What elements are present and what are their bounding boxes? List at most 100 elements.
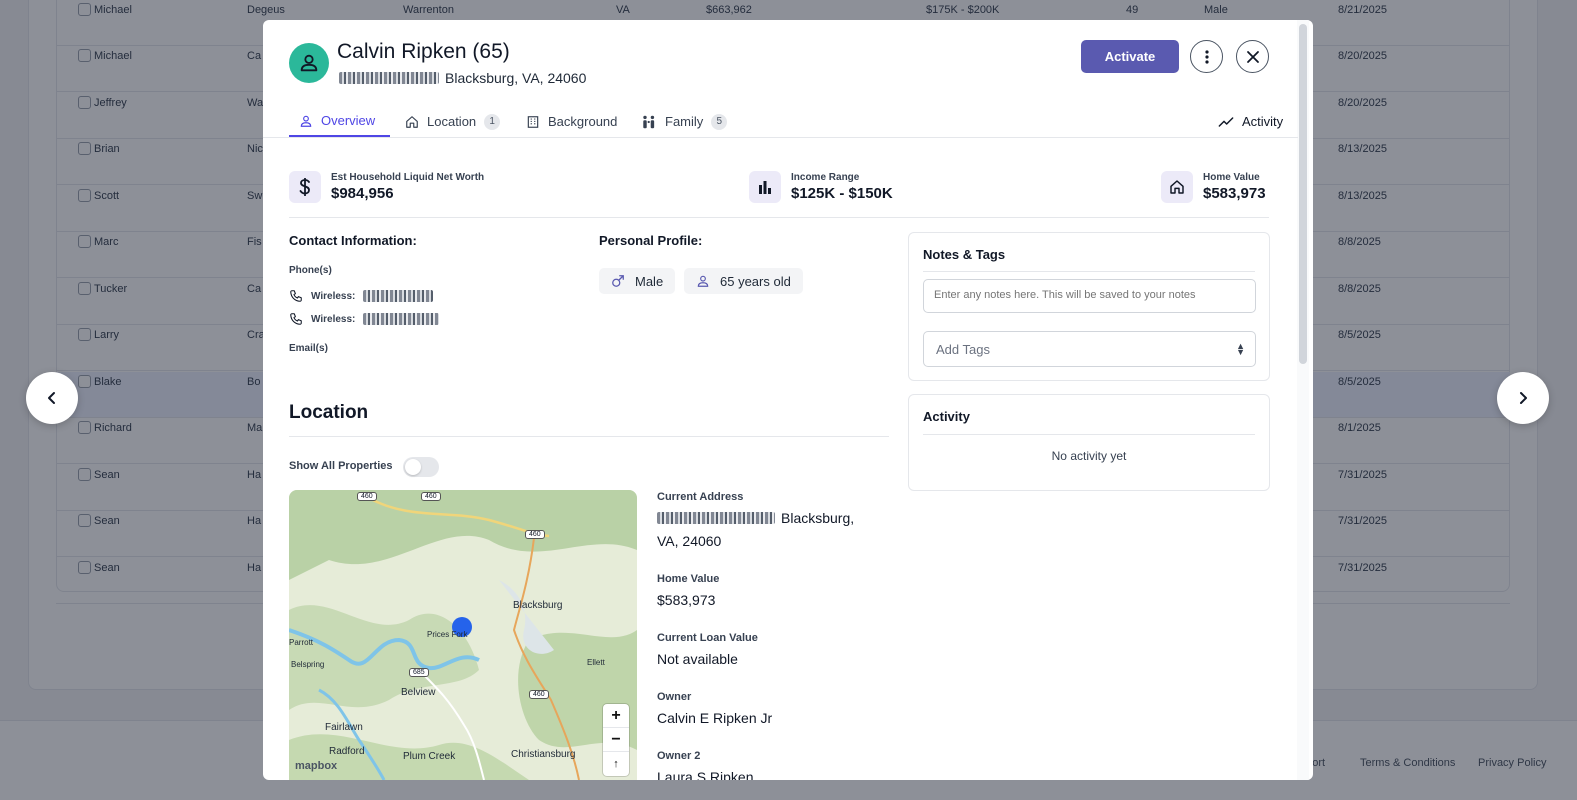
stat-net-worth: Est Household Liquid Net Worth $984,956 xyxy=(289,171,484,203)
highway-shield: 460 xyxy=(529,690,549,699)
age-chip: 65 years old xyxy=(684,268,803,294)
tab-family[interactable]: Family 5 xyxy=(631,106,737,137)
emails-label: Email(s) xyxy=(289,343,328,354)
age-value: 65 years old xyxy=(720,273,791,289)
owner-value: Calvin E Ripken Jr xyxy=(657,710,773,726)
redacted-street xyxy=(657,512,775,524)
dollar-icon xyxy=(289,171,321,203)
tab-badge: 5 xyxy=(711,113,728,130)
home-icon xyxy=(406,115,418,128)
map-label: Plum Creek xyxy=(403,751,456,762)
chevron-left-icon xyxy=(48,392,55,404)
map-label: Radford xyxy=(329,746,365,757)
profile-name: Calvin Ripken (65) xyxy=(337,40,510,63)
previous-record-button[interactable] xyxy=(26,372,78,424)
stat-label: Income Range xyxy=(791,172,860,183)
redacted-street xyxy=(339,72,439,84)
map-label: Ellett xyxy=(587,658,605,667)
location-map[interactable]: Blacksburg Prices Fork Parrott Belspring… xyxy=(289,490,637,780)
redacted-phone xyxy=(363,290,434,302)
compass-button[interactable]: ↑ xyxy=(603,752,629,776)
phones-label: Phone(s) xyxy=(289,265,332,276)
avatar xyxy=(289,43,329,83)
zoom-out-button[interactable]: − xyxy=(603,728,629,752)
stat-value: $583,973 xyxy=(1203,185,1266,202)
tags-select[interactable]: Add Tags ▲ ▼ xyxy=(923,331,1256,367)
zoom-in-button[interactable]: + xyxy=(603,704,629,728)
mapbox-logo[interactable]: mapbox xyxy=(295,760,337,772)
activate-button[interactable]: Activate xyxy=(1081,40,1179,73)
current-address-label: Current Address xyxy=(657,491,744,503)
notes-tags-heading: Notes & Tags xyxy=(923,247,1006,262)
user-icon xyxy=(300,115,312,127)
building-icon xyxy=(527,115,539,128)
next-record-button[interactable] xyxy=(1497,372,1549,424)
notes-tags-card: Notes & Tags Add Tags ▲▼ xyxy=(908,232,1270,381)
tab-divider xyxy=(263,137,1298,138)
contact-info-heading: Contact Information: xyxy=(289,233,417,248)
scrollbar-thumb[interactable] xyxy=(1299,24,1307,364)
tab-location[interactable]: Location 1 xyxy=(395,106,510,137)
card-divider xyxy=(923,434,1255,435)
map-label: Fairlawn xyxy=(325,722,363,733)
stat-value: $984,956 xyxy=(331,185,394,202)
profile-address-city: Blacksburg, VA, 24060 xyxy=(445,70,587,86)
phone-icon xyxy=(290,290,302,302)
male-icon xyxy=(612,275,624,287)
user-icon xyxy=(697,275,709,287)
phone-item[interactable]: Wireless: xyxy=(289,312,440,326)
map-label: Christiansburg xyxy=(511,749,576,760)
tab-bar: Overview Location 1 Background Family 5 … xyxy=(289,106,1283,138)
personal-profile-heading: Personal Profile: xyxy=(599,233,703,248)
home-value: $583,973 xyxy=(657,592,716,608)
tags-placeholder: Add Tags xyxy=(936,342,990,357)
map-label: Blacksburg xyxy=(513,600,563,611)
more-vertical-icon xyxy=(1204,49,1209,64)
gender-value: Male xyxy=(635,273,664,289)
toggle-knob xyxy=(405,459,421,475)
close-button[interactable] xyxy=(1236,40,1269,73)
tab-badge: 1 xyxy=(484,113,501,130)
activity-empty-text: No activity yet xyxy=(1051,449,1127,463)
phone-item[interactable]: Wireless: xyxy=(289,289,434,303)
owner-label: Owner xyxy=(657,691,692,703)
tab-label: Overview xyxy=(321,113,376,128)
stat-label: Est Household Liquid Net Worth xyxy=(331,172,485,183)
redacted-phone xyxy=(363,313,440,325)
highway-shield: 685 xyxy=(409,668,429,677)
tab-label: Family xyxy=(665,114,704,129)
stat-value: $125K - $150K xyxy=(791,185,893,202)
map-label: Prices Fork xyxy=(427,630,468,639)
tab-label: Background xyxy=(548,114,618,129)
card-divider xyxy=(923,271,1255,272)
notes-textarea[interactable] xyxy=(923,279,1256,313)
activity-heading: Activity xyxy=(923,409,970,424)
location-heading: Location xyxy=(289,402,369,423)
stat-home-value: Home Value $583,973 xyxy=(1161,171,1266,203)
owner2-label: Owner 2 xyxy=(657,750,701,762)
gender-chip: Male xyxy=(599,268,676,294)
location-divider xyxy=(289,436,889,437)
tab-activity[interactable]: Activity xyxy=(1208,106,1293,137)
highway-shield: 460 xyxy=(357,492,377,501)
show-all-properties-toggle[interactable] xyxy=(403,457,439,477)
phone-type-label: Wireless: xyxy=(311,313,356,325)
user-icon xyxy=(300,54,318,72)
tab-background[interactable]: Background xyxy=(516,106,627,137)
trend-icon xyxy=(1218,116,1234,127)
show-all-properties-label: Show All Properties xyxy=(289,460,393,472)
phone-icon xyxy=(290,313,302,325)
more-options-button[interactable] xyxy=(1190,40,1223,73)
profile-modal: Calvin Ripken (65) Blacksburg, VA, 24060… xyxy=(263,20,1313,780)
chevron-right-icon xyxy=(1520,392,1527,404)
highway-shield: 460 xyxy=(525,530,545,539)
loan-value: Not available xyxy=(657,651,738,667)
map-label: Belview xyxy=(401,687,436,698)
owner2-value: Laura S Ripken xyxy=(657,769,754,780)
home-value-label: Home Value xyxy=(657,573,720,585)
tab-overview[interactable]: Overview xyxy=(289,106,390,137)
address-city: Blacksburg, xyxy=(781,510,855,526)
select-caret-icon: ▲ ▼ xyxy=(1236,341,1245,357)
stat-income: Income Range $125K - $150K xyxy=(749,171,893,203)
activity-card: Activity No activity yet xyxy=(908,394,1270,491)
